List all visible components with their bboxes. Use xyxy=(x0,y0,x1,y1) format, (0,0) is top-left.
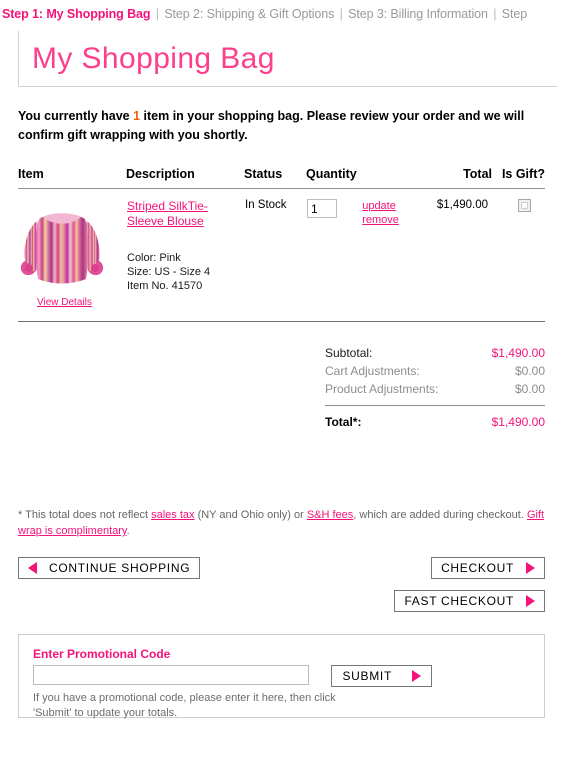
product-adjustments-value: $0.00 xyxy=(514,382,545,396)
column-header-is-gift: Is Gift? xyxy=(492,167,545,189)
remove-link[interactable]: remove xyxy=(362,213,399,227)
subtotal-row: Subtotal: $1,490.00 xyxy=(325,344,545,362)
breadcrumb-step-3[interactable]: Step 3: Billing Information xyxy=(348,7,488,21)
quantity-cell: update remove xyxy=(306,189,414,310)
product-attributes: Color: Pink Size: US - Size 4 Item No. 4… xyxy=(127,251,243,293)
product-thumbnail-blouse[interactable] xyxy=(19,199,105,295)
continue-shopping-button[interactable]: CONTINUE SHOPPING xyxy=(18,557,201,579)
grand-total-label: Total*: xyxy=(325,405,475,431)
table-row: View Details Striped SilkTie-Sleeve Blou… xyxy=(18,189,545,310)
footnote-text-3: , which are added during checkout. xyxy=(353,509,527,521)
page-title-container: My Shopping Bag xyxy=(18,31,557,87)
subtotal-label: Subtotal: xyxy=(325,346,373,360)
line-item-total: $1,490.00 xyxy=(436,199,488,211)
product-color: Color: Pink xyxy=(127,252,181,264)
product-size: Size: US - Size 4 xyxy=(127,266,211,278)
product-name-link[interactable]: Striped SilkTie-Sleeve Blouse xyxy=(127,199,243,229)
quantity-input[interactable] xyxy=(307,199,337,218)
cart-table: Item Description Status Quantity Total I… xyxy=(18,167,545,309)
arrow-right-icon xyxy=(526,595,535,607)
fast-checkout-button[interactable]: FAST CHECKOUT xyxy=(394,590,545,612)
continue-shopping-label: CONTINUE SHOPPING xyxy=(49,561,191,575)
grand-total-value: $1,490.00 xyxy=(474,405,545,431)
footnote-text-2: (NY and Ohio only) or xyxy=(194,509,307,521)
breadcrumb-step-2[interactable]: Step 2: Shipping & Gift Options xyxy=(164,7,334,21)
promo-code-label: Enter Promotional Code xyxy=(33,647,171,661)
is-gift-checkbox[interactable] xyxy=(518,199,531,212)
primary-action-row: CONTINUE SHOPPING CHECKOUT xyxy=(18,557,545,581)
promotional-code-panel: Enter Promotional Code SUBMIT If you hav… xyxy=(18,634,545,721)
item-count: 1 xyxy=(133,109,141,123)
grand-total-row: Total*: $1,490.00 xyxy=(325,405,545,431)
cart-adjustments-value: $0.00 xyxy=(514,364,545,378)
cart-divider xyxy=(18,321,545,322)
update-link[interactable]: update xyxy=(362,199,399,213)
product-status: In Stock xyxy=(245,199,287,211)
breadcrumb-separator: | xyxy=(155,7,159,21)
secondary-action-row: FAST CHECKOUT xyxy=(18,590,545,614)
totals-spacer xyxy=(325,398,545,406)
promo-submit-label: SUBMIT xyxy=(342,669,392,683)
breadcrumb-separator: | xyxy=(339,7,343,21)
subtotal-value: $1,490.00 xyxy=(491,346,545,360)
checkout-button[interactable]: CHECKOUT xyxy=(431,557,545,579)
promo-help-line-2: 'Submit' to update your totals. xyxy=(33,707,178,719)
order-totals: Subtotal: $1,490.00 Cart Adjustments: $0… xyxy=(325,344,545,431)
quantity-actions: update remove xyxy=(362,199,399,227)
promo-help-line-1: If you have a promotional code, please e… xyxy=(33,692,336,704)
footnote-text-4: . xyxy=(126,525,130,537)
arrow-right-icon xyxy=(526,562,535,574)
product-adjustments-label: Product Adjustments: xyxy=(325,382,439,396)
product-adjustments-row: Product Adjustments: $0.00 xyxy=(325,380,545,398)
product-description-cell: Striped SilkTie-Sleeve Blouse Color: Pin… xyxy=(126,189,244,310)
arrow-left-icon xyxy=(28,562,37,574)
sales-tax-link[interactable]: sales tax xyxy=(151,509,194,521)
column-header-quantity: Quantity xyxy=(306,167,414,189)
product-image-cell: View Details xyxy=(18,189,126,310)
promo-help-text: If you have a promotional code, please e… xyxy=(33,691,530,721)
breadcrumb-separator: | xyxy=(493,7,497,21)
footnote-text-1: * This total does not reflect xyxy=(18,509,152,521)
promo-code-input[interactable] xyxy=(33,665,309,685)
breadcrumb-step-1[interactable]: Step 1: My Shopping Bag xyxy=(2,7,151,21)
column-header-description: Description xyxy=(126,167,244,189)
cart-summary-message: You currently have 1 item in your shoppi… xyxy=(18,107,548,145)
totals-footnote: * This total does not reflect sales tax … xyxy=(18,507,546,539)
fast-checkout-label: FAST CHECKOUT xyxy=(404,594,514,608)
checkout-label: CHECKOUT xyxy=(441,561,514,575)
product-item-number: Item No. 41570 xyxy=(127,280,203,292)
view-details-link[interactable]: View Details xyxy=(37,297,92,308)
column-header-total: Total xyxy=(414,167,492,189)
arrow-right-icon xyxy=(412,670,421,682)
cart-adjustments-label: Cart Adjustments: xyxy=(325,364,420,378)
breadcrumb-step-4[interactable]: Step xyxy=(502,7,527,21)
breadcrumb: Step 1: My Shopping Bag | Step 2: Shippi… xyxy=(0,0,563,27)
column-header-status: Status xyxy=(244,167,306,189)
is-gift-cell xyxy=(492,189,545,310)
column-header-item: Item xyxy=(18,167,126,189)
page-title: My Shopping Bag xyxy=(32,42,275,75)
sh-fees-link[interactable]: S&H fees xyxy=(307,509,353,521)
intro-text-before: You currently have xyxy=(18,109,134,123)
cart-adjustments-row: Cart Adjustments: $0.00 xyxy=(325,362,545,380)
table-header-row: Item Description Status Quantity Total I… xyxy=(18,167,545,189)
promo-submit-button[interactable]: SUBMIT xyxy=(331,665,432,687)
